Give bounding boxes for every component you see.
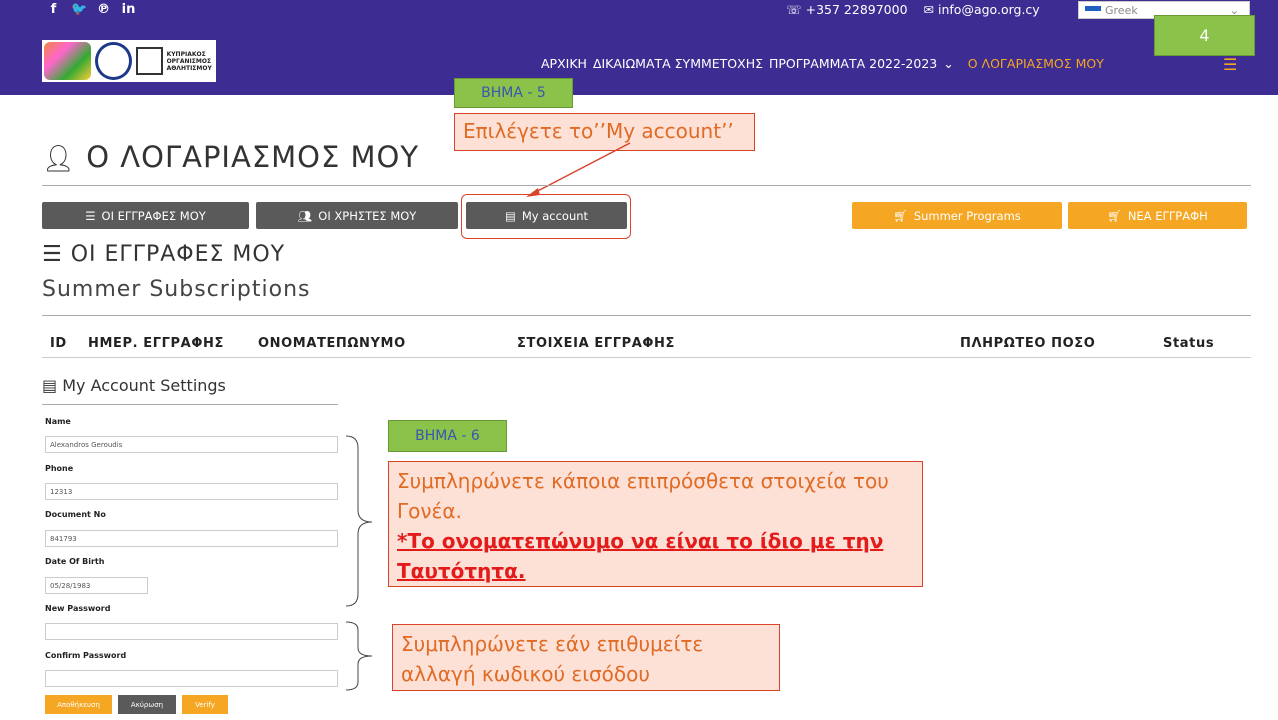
step6-brace (345, 435, 373, 607)
dob-input[interactable]: 05/28/1983 (45, 577, 148, 594)
step6-callout: Συμπληρώνετε κάποια επιπρόσθετα στοιχεία… (388, 461, 923, 587)
password-brace (345, 621, 373, 691)
verify-button[interactable]: Verify (182, 695, 228, 714)
linkedin-icon[interactable]: in (121, 2, 136, 17)
nav-programs[interactable]: ΠΡΟΓΡΑΜΜΑΤΑ 2022-2023 (769, 56, 937, 71)
cso-mark-logo (135, 47, 163, 75)
list-icon: ☰ (85, 208, 96, 223)
slide-number-badge: 4 (1154, 15, 1255, 56)
user-icon: 👤︎ (42, 144, 77, 174)
greek-flag-icon (1085, 6, 1101, 16)
account-settings-title-text: My Account Settings (62, 376, 226, 395)
phone-text: +357 22897000 (805, 2, 908, 17)
name-label: Name (45, 417, 71, 426)
cart-icon: 🛒︎ (893, 208, 908, 223)
mail-icon: ✉ (923, 2, 938, 17)
page-title-text: Ο ΛΟΓΑΡΙΑΣΜΟΣ ΜΟΥ (86, 140, 420, 174)
step5-arrow (526, 142, 631, 197)
step5-label: ΒΗΜΑ - 5 (454, 78, 573, 108)
confirm-password-input[interactable] (45, 670, 338, 687)
chevron-down-icon: ⌄ (943, 56, 954, 71)
nav-account[interactable]: Ο ΛΟΓΑΡΙΑΣΜΟΣ ΜΟΥ (968, 56, 1104, 71)
nav-participation[interactable]: ΔΙΚΑΙΩΜΑΤΑ ΣΥΜΜΕΤΟΧΗΣ (593, 56, 763, 71)
table-header-divider (42, 357, 1251, 358)
table-header-name: ΟΝΟΜΑΤΕΠΩΝΥΜΟ (258, 336, 406, 351)
nav-home[interactable]: ΑΡΧΙΚΗ (541, 56, 587, 71)
site-header: f 🐦 ℗ in ☏ +357 22897000 ✉ info@ago.org.… (0, 0, 1278, 95)
step6-callout-text: Συμπληρώνετε κάποια επιπρόσθετα στοιχεία… (397, 469, 889, 523)
headset-icon: ☏ (786, 2, 806, 17)
document-no-label: Document No (45, 510, 106, 519)
email-text: info@ago.org.cy (938, 2, 1040, 17)
id-card-icon: ▤ (42, 376, 58, 395)
my-users-button[interactable]: 👥︎ ΟΙ ΧΡΗΣΤΕΣ ΜΟΥ (256, 202, 458, 229)
social-links: f 🐦 ℗ in (46, 2, 136, 17)
twitter-icon[interactable]: 🐦 (71, 2, 87, 17)
settings-divider (42, 404, 338, 405)
table-top-divider (42, 315, 1251, 316)
summer-subscriptions-heading: Summer Subscriptions (42, 277, 311, 302)
new-password-input[interactable] (45, 623, 338, 640)
account-settings-title: ▤ My Account Settings (42, 376, 226, 395)
table-header-status: Status (1163, 336, 1215, 351)
confirm-password-label: Confirm Password (45, 651, 127, 660)
summer-programs-button[interactable]: 🛒︎ Summer Programs (852, 202, 1062, 229)
sport-for-all-logo (44, 42, 92, 80)
list-icon: ☰ (42, 242, 63, 267)
facebook-icon[interactable]: f (46, 2, 61, 17)
main-nav: ΑΡΧΙΚΗ ΔΙΚΑΙΩΜΑΤΑ ΣΥΜΜΕΤΟΧΗΣ ΠΡΟΓΡΑΜΜΑΤΑ… (541, 56, 1104, 71)
menu-icon[interactable]: ☰ (1223, 55, 1237, 74)
page-title: 👤︎ Ο ΛΟΓΑΡΙΑΣΜΟΣ ΜΟΥ (42, 140, 419, 174)
email-contact[interactable]: ✉ info@ago.org.cy (924, 2, 1040, 17)
language-value: Greek (1105, 4, 1138, 17)
contact-info: ☏ +357 22897000 ✉ info@ago.org.cy (786, 2, 1040, 17)
cancel-button[interactable]: Ακύρωση (118, 695, 176, 714)
my-users-label: ΟΙ ΧΡΗΣΤΕΣ ΜΟΥ (318, 208, 417, 223)
table-header-amount: ΠΛΗΡΩΤΕΟ ΠΟΣΟ (960, 336, 1096, 351)
name-input[interactable]: Alexandros Geroudis (45, 436, 338, 453)
cart-icon: 🛒︎ (1107, 208, 1122, 223)
summer-programs-label: Summer Programs (913, 208, 1021, 223)
phone-input[interactable]: 12313 (45, 483, 338, 500)
phone-contact[interactable]: ☏ +357 22897000 (786, 2, 908, 17)
users-icon: 👥︎ (297, 208, 313, 223)
logo-text: ΚΥΠΡΙΑΚΟΣ ΟΡΓΑΝΙΣΜΟΣ ΑΘΛΗΤΙΣΜΟΥ (166, 50, 212, 72)
password-callout: Συμπληρώνετε εάν επιθυμείτε αλλαγή κωδικ… (392, 624, 780, 691)
new-password-label: New Password (45, 604, 111, 613)
site-logo[interactable]: ΚΥΠΡΙΑΚΟΣ ΟΡΓΑΝΙΣΜΟΣ ΑΘΛΗΤΙΣΜΟΥ (42, 40, 216, 82)
new-registration-button[interactable]: 🛒︎ ΝΕΑ ΕΓΓΡΑΦΗ (1068, 202, 1247, 229)
table-header-id: ID (50, 336, 67, 351)
registrations-heading: ☰ ΟΙ ΕΓΓΡΑΦΕΣ ΜΟΥ (42, 242, 285, 267)
new-registration-label: ΝΕΑ ΕΓΓΡΑΦΗ (1127, 208, 1208, 223)
my-registrations-label: ΟΙ ΕΓΓΡΑΦΕΣ ΜΟΥ (101, 208, 206, 223)
my-registrations-button[interactable]: ☰ ΟΙ ΕΓΓΡΑΦΕΣ ΜΟΥ (42, 202, 249, 229)
document-no-input[interactable]: 841793 (45, 530, 338, 547)
my-account-highlight (461, 194, 631, 239)
table-header-date: ΗΜΕΡ. ΕΓΓΡΑΦΗΣ (88, 336, 224, 351)
dob-label: Date Of Birth (45, 557, 105, 566)
save-button[interactable]: Αποθήκευση (45, 695, 112, 714)
step6-callout-emphasis: *Το ονοματεπώνυμο να είναι το ίδιο με τη… (397, 529, 884, 583)
table-header-details: ΣΤΟΙΧΕΙΑ ΕΓΓΡΑΦΗΣ (517, 336, 676, 351)
step6-label: ΒΗΜΑ - 6 (388, 420, 507, 452)
phone-label: Phone (45, 464, 74, 473)
title-divider (42, 185, 1251, 186)
ksa-emblem-logo (95, 42, 132, 80)
registrations-heading-text: ΟΙ ΕΓΓΡΑΦΕΣ ΜΟΥ (70, 242, 286, 267)
pinterest-icon[interactable]: ℗ (96, 2, 111, 17)
